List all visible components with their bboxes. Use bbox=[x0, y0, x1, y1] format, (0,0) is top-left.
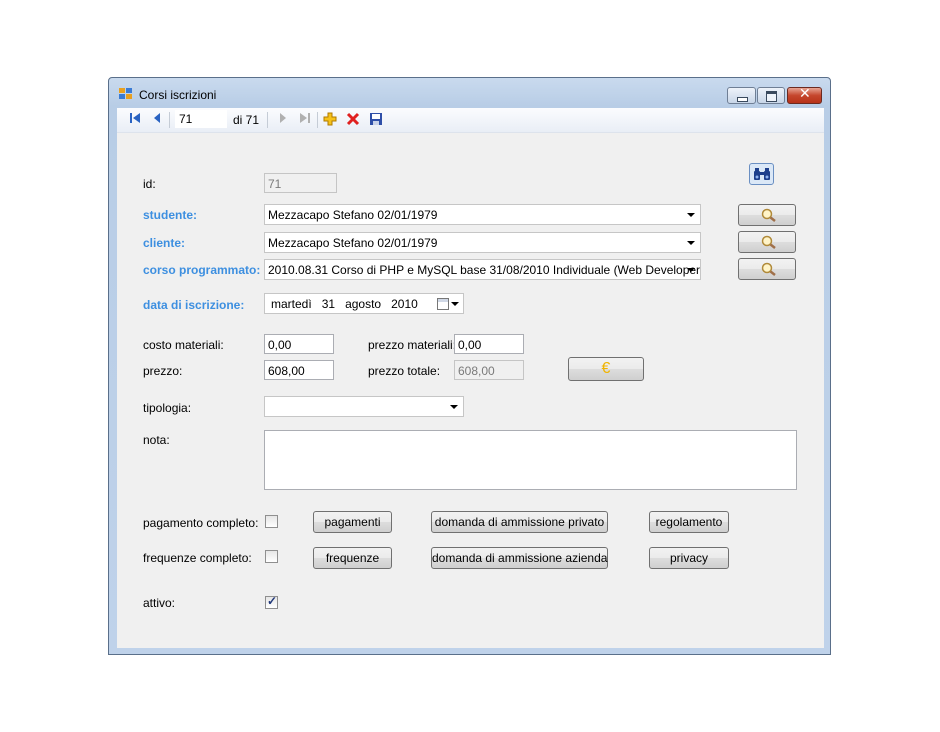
tipologia-label: tipologia: bbox=[143, 401, 192, 415]
record-count-label: di 71 bbox=[233, 113, 260, 127]
id-label: id: bbox=[143, 177, 156, 191]
calendar-icon[interactable] bbox=[437, 298, 449, 310]
chevron-down-icon bbox=[687, 241, 695, 245]
close-icon: ✕ bbox=[799, 86, 811, 102]
cliente-label: cliente: bbox=[143, 236, 186, 250]
close-button[interactable]: ✕ bbox=[787, 86, 822, 104]
save-icon[interactable] bbox=[368, 112, 384, 128]
search-corso-button[interactable] bbox=[738, 258, 796, 280]
date-month: agosto bbox=[345, 297, 382, 311]
date-year: 2010 bbox=[391, 297, 418, 311]
toolbar-separator bbox=[267, 112, 268, 128]
toolbar-separator bbox=[317, 112, 318, 128]
prezzo-totale-label: prezzo totale: bbox=[368, 364, 441, 378]
chevron-down-icon bbox=[687, 213, 695, 217]
window-title: Corsi iscrizioni bbox=[139, 88, 217, 102]
minimize-button[interactable] bbox=[727, 87, 756, 104]
tipologia-combobox[interactable] bbox=[264, 396, 464, 417]
privacy-button[interactable]: privacy bbox=[649, 547, 729, 569]
add-icon[interactable] bbox=[322, 112, 338, 128]
pagamenti-button[interactable]: pagamenti bbox=[313, 511, 392, 533]
date-day: 31 bbox=[321, 297, 336, 311]
frequenze-button[interactable]: frequenze bbox=[313, 547, 392, 569]
frequenze-completo-checkbox[interactable] bbox=[265, 550, 278, 563]
magnifier-icon bbox=[761, 235, 776, 249]
chevron-down-icon bbox=[450, 405, 458, 409]
prezzo-materiali-label: prezzo materiali: bbox=[368, 338, 457, 352]
maximize-button[interactable] bbox=[757, 87, 785, 104]
delete-icon[interactable] bbox=[345, 112, 361, 128]
date-weekday: martedì bbox=[271, 297, 312, 311]
nota-label: nota: bbox=[143, 433, 170, 447]
studente-combobox[interactable]: Mezzacapo Stefano 02/01/1979 bbox=[264, 204, 701, 225]
pagamento-completo-label: pagamento completo: bbox=[143, 516, 259, 530]
prezzo-totale-field: 608,00 bbox=[454, 360, 524, 380]
data-iscrizione-label: data di iscrizione: bbox=[143, 298, 245, 312]
prezzo-label: prezzo: bbox=[143, 364, 183, 378]
minimize-icon bbox=[737, 97, 748, 102]
studente-value: Mezzacapo Stefano 02/01/1979 bbox=[268, 208, 438, 222]
domanda-privato-button[interactable]: domanda di ammissione privato bbox=[431, 511, 608, 533]
find-button[interactable] bbox=[749, 163, 774, 185]
calcola-prezzo-button[interactable]: € bbox=[568, 357, 644, 381]
corso-value: 2010.08.31 Corso di PHP e MySQL base 31/… bbox=[268, 263, 701, 277]
nota-textarea[interactable] bbox=[264, 430, 797, 490]
title-bar[interactable]: Corsi iscrizioni ✕ bbox=[109, 78, 830, 108]
previous-record-icon[interactable] bbox=[149, 112, 165, 128]
corso-combobox[interactable]: 2010.08.31 Corso di PHP e MySQL base 31/… bbox=[264, 259, 701, 280]
maximize-icon bbox=[766, 91, 777, 102]
first-record-icon[interactable] bbox=[127, 112, 143, 128]
domanda-azienda-button[interactable]: domanda di ammissione azienda bbox=[431, 547, 608, 569]
cliente-value: Mezzacapo Stefano 02/01/1979 bbox=[268, 236, 438, 250]
toolbar-separator bbox=[169, 112, 170, 128]
cliente-combobox[interactable]: Mezzacapo Stefano 02/01/1979 bbox=[264, 232, 701, 253]
prezzo-field[interactable]: 608,00 bbox=[264, 360, 334, 380]
studente-label: studente: bbox=[143, 208, 197, 222]
app-icon bbox=[119, 88, 132, 99]
corso-label: corso programmato: bbox=[143, 263, 261, 277]
position-input[interactable] bbox=[175, 110, 227, 128]
attivo-checkbox[interactable]: ✓ bbox=[265, 594, 278, 609]
binoculars-icon bbox=[753, 168, 770, 180]
chevron-down-icon bbox=[451, 302, 459, 306]
binding-navigator: di 71 bbox=[117, 108, 824, 133]
id-field: 71 bbox=[264, 173, 337, 193]
checkmark-icon: ✓ bbox=[267, 594, 278, 608]
chevron-down-icon bbox=[687, 268, 695, 272]
costo-materiali-field[interactable]: 0,00 bbox=[264, 334, 334, 354]
next-record-icon[interactable] bbox=[275, 112, 291, 128]
data-iscrizione-picker[interactable]: martedì 31 agosto 2010 bbox=[264, 293, 464, 314]
euro-icon: € bbox=[601, 360, 611, 377]
attivo-label: attivo: bbox=[143, 596, 176, 610]
search-studente-button[interactable] bbox=[738, 204, 796, 226]
magnifier-icon bbox=[761, 208, 776, 222]
form-client-area: di 71 bbox=[117, 108, 824, 648]
main-window: Corsi iscrizioni ✕ di 71 bbox=[108, 77, 831, 655]
costo-materiali-label: costo materiali: bbox=[143, 338, 224, 352]
regolamento-button[interactable]: regolamento bbox=[649, 511, 729, 533]
frequenze-completo-label: frequenze completo: bbox=[143, 551, 252, 565]
magnifier-icon bbox=[761, 262, 776, 276]
prezzo-materiali-field[interactable]: 0,00 bbox=[454, 334, 524, 354]
pagamento-completo-checkbox[interactable] bbox=[265, 515, 278, 528]
search-cliente-button[interactable] bbox=[738, 231, 796, 253]
last-record-icon[interactable] bbox=[297, 112, 313, 128]
